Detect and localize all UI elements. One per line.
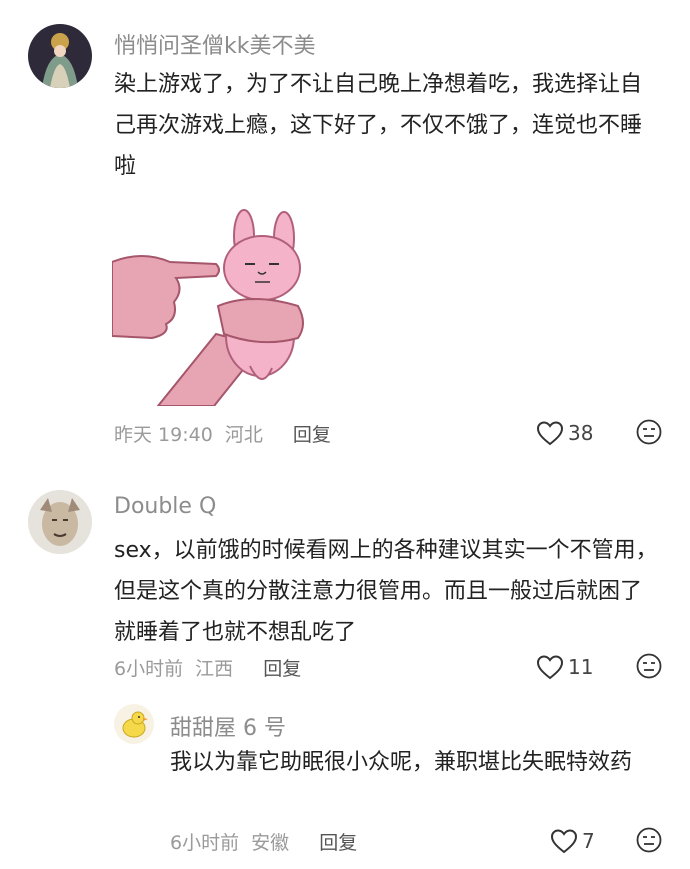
username[interactable]: 甜甜屋 6 号 <box>170 710 286 742</box>
comment-meta: 昨天 19:40 河北 回复 <box>114 420 331 447</box>
avatar[interactable] <box>28 24 92 88</box>
neutral-face-icon <box>636 653 662 679</box>
reply-button[interactable]: 回复 <box>293 424 331 446</box>
comment-meta: 6小时前 江西 回复 <box>114 654 301 681</box>
comment-meta: 6小时前 安徽 回复 <box>170 828 357 855</box>
pink-bunny-sticker <box>111 209 304 407</box>
comment-text: sex，以前饿的时候看网上的各种建议其实一个不管用，但是这个真的分散注意力很管用… <box>114 538 658 645</box>
location: 安徽 <box>251 832 290 854</box>
heart-outline-icon <box>536 655 564 680</box>
heart-outline-icon <box>536 421 564 446</box>
like-button[interactable]: 11 <box>536 654 593 680</box>
reaction-button[interactable] <box>636 653 662 683</box>
heart-outline-icon <box>550 829 578 854</box>
reaction-button[interactable] <box>636 827 662 857</box>
reaction-button[interactable] <box>636 419 662 449</box>
like-count: 11 <box>568 655 594 679</box>
timestamp: 6小时前 <box>114 658 184 680</box>
comment-text: 我以为靠它助眠很小众呢，兼职堪比失眠特效药 <box>170 750 633 775</box>
sticker-image[interactable] <box>111 206 312 407</box>
user-avatar-image <box>114 704 154 744</box>
timestamp: 6小时前 <box>170 832 240 854</box>
avatar[interactable] <box>28 490 92 554</box>
reply-button[interactable]: 回复 <box>263 658 301 680</box>
like-button[interactable]: 38 <box>536 420 593 446</box>
user-avatar-image <box>28 490 92 554</box>
like-count: 38 <box>568 421 594 445</box>
username[interactable]: Double Q <box>114 494 216 519</box>
avatar[interactable] <box>114 704 154 744</box>
like-count: 7 <box>582 829 595 853</box>
username[interactable]: 悄悄问圣僧kk美不美 <box>114 28 315 60</box>
timestamp: 昨天 19:40 <box>114 424 213 446</box>
location: 江西 <box>195 658 234 680</box>
neutral-face-icon <box>636 419 662 445</box>
location: 河北 <box>224 424 263 446</box>
reply-button[interactable]: 回复 <box>319 832 357 854</box>
user-avatar-image <box>28 24 92 88</box>
neutral-face-icon <box>636 827 662 853</box>
like-button[interactable]: 7 <box>550 828 595 854</box>
comment-text: 染上游戏了，为了不让自己晚上净想着吃，我选择让自己再次游戏上瘾，这下好了，不仅不… <box>114 72 643 179</box>
